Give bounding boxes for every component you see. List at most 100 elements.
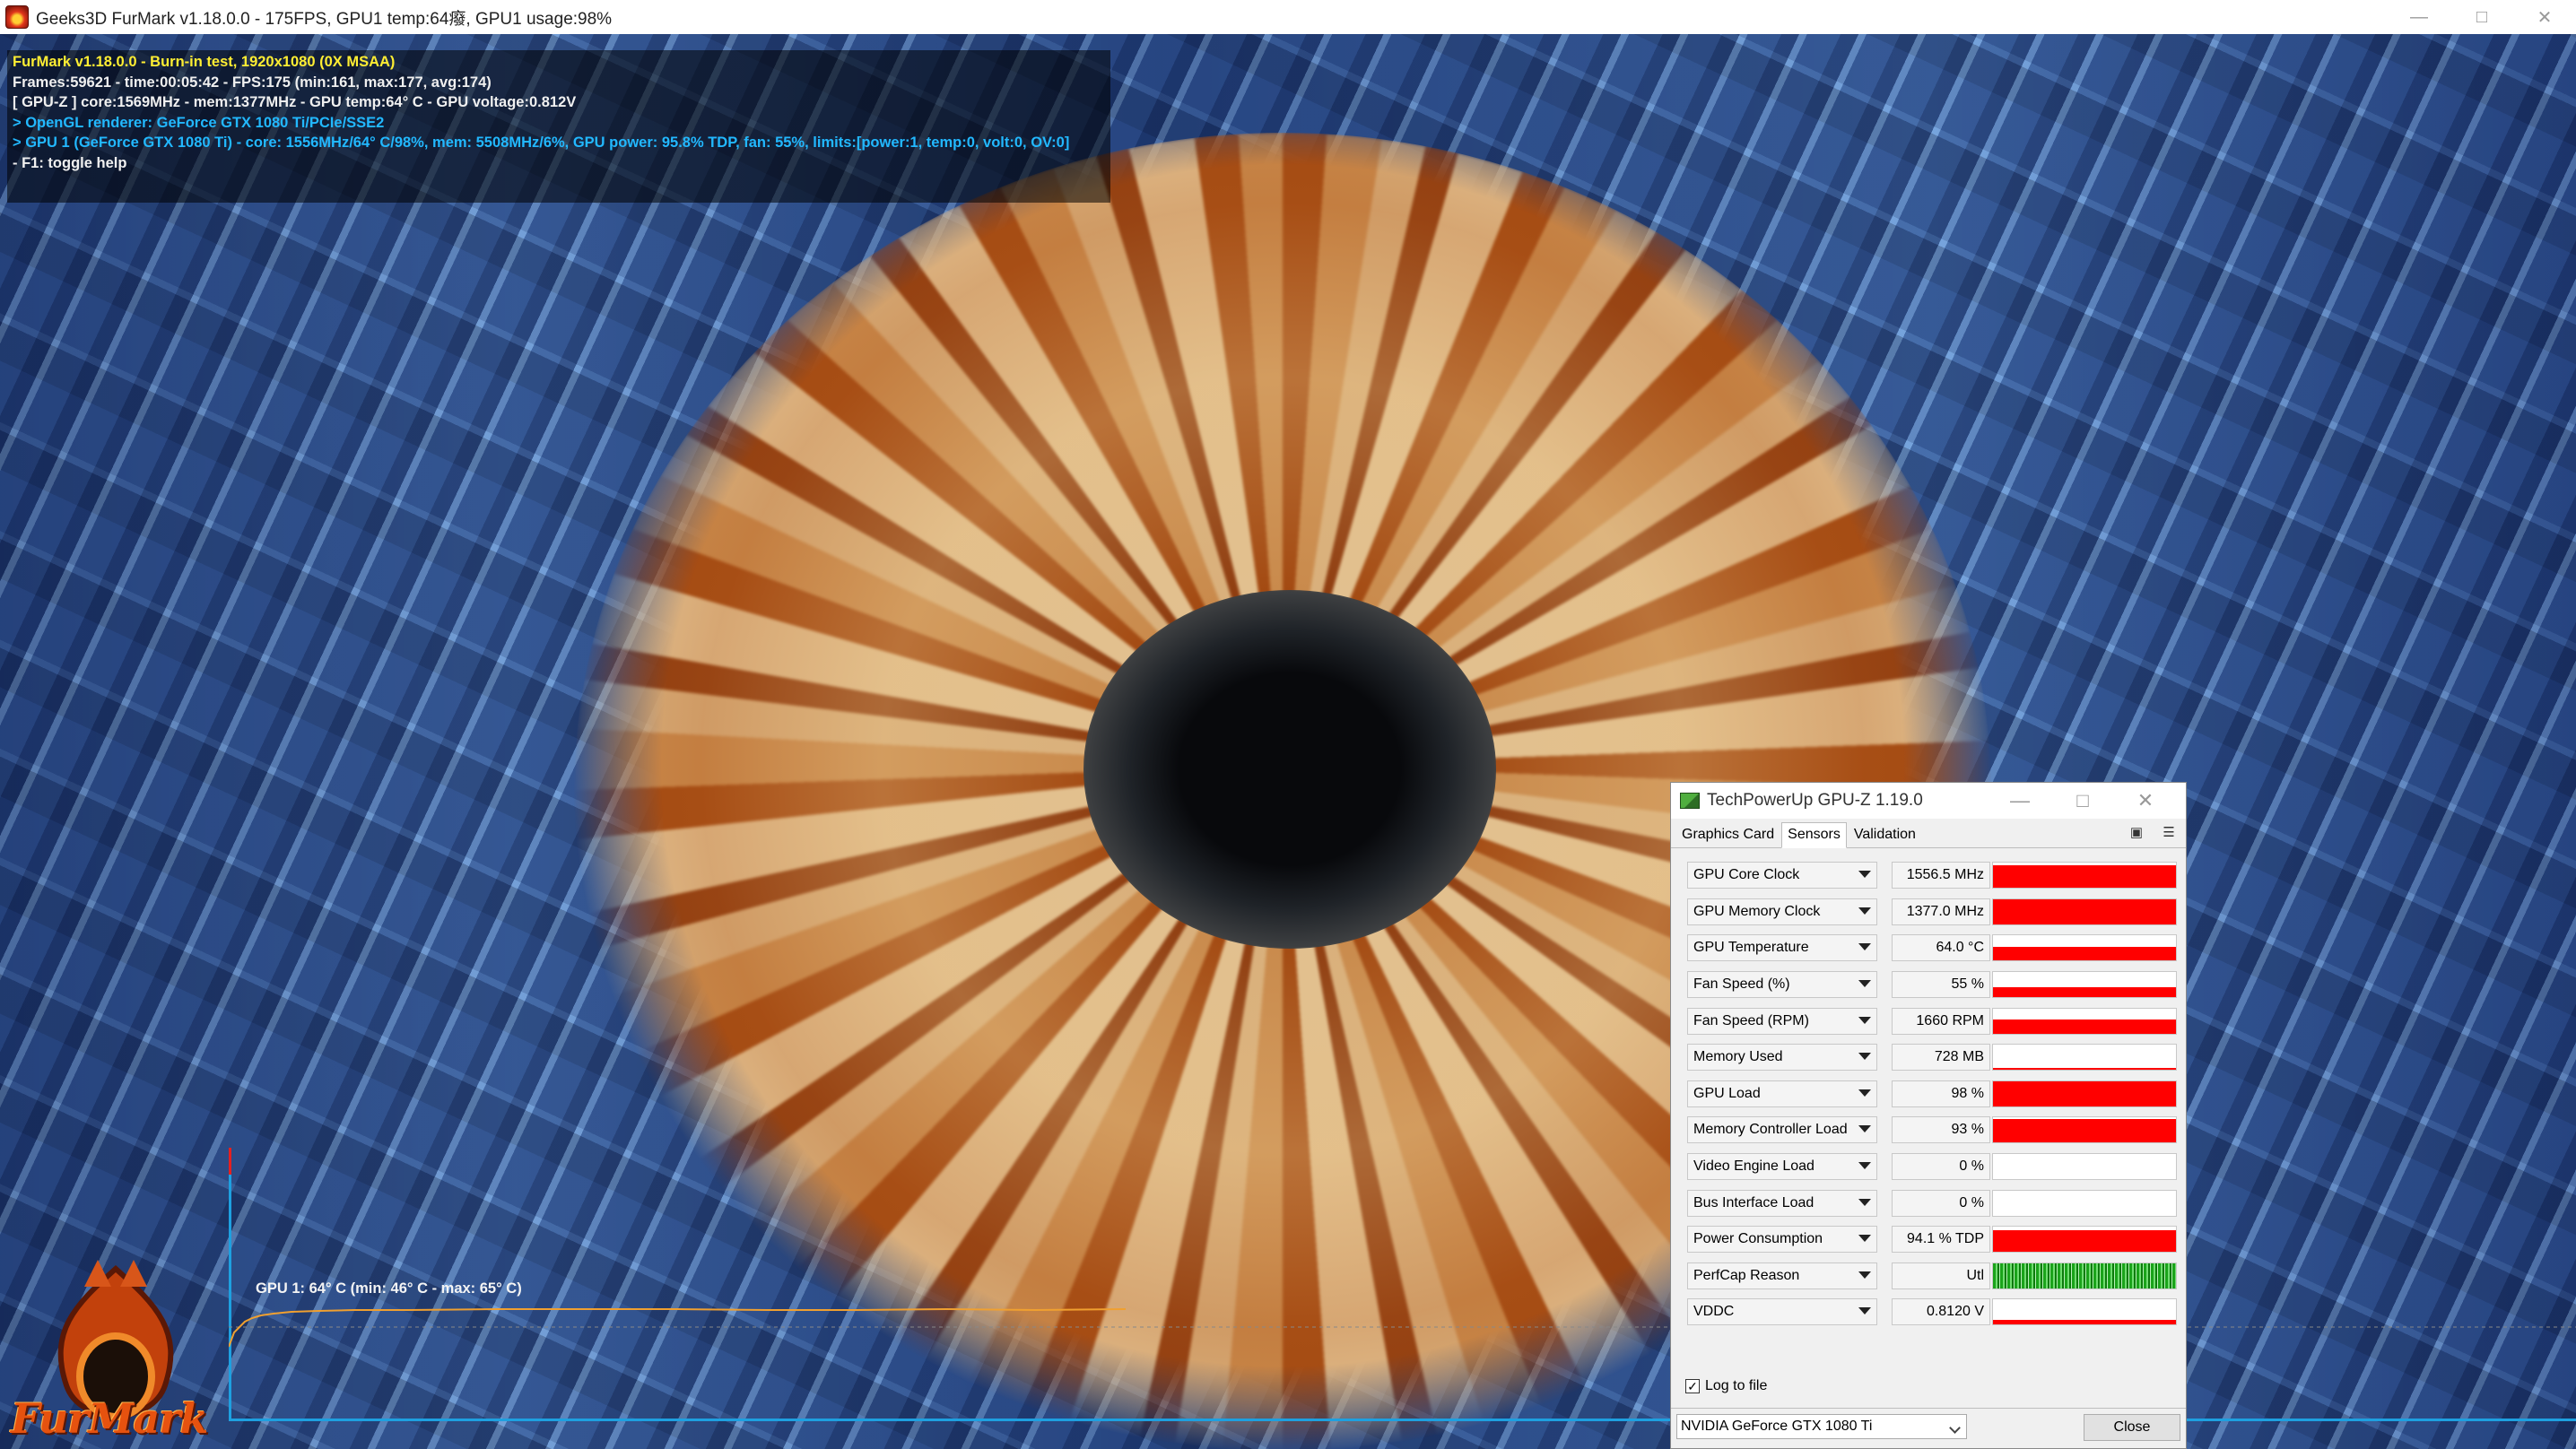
sensor-name-dropdown[interactable]: Fan Speed (%) [1687, 971, 1877, 999]
gpuz-tab-icons: ▣ ☰ [2128, 826, 2177, 840]
graph-label: GPU 1: 64° C (min: 46° C - max: 65° C) [256, 1280, 522, 1297]
sensor-row: GPU Core Clock 1556.5 MHz [1671, 857, 2186, 894]
dropdown-arrow-icon[interactable] [1858, 943, 1871, 951]
sensor-graph [1992, 1153, 2177, 1181]
sensor-row: Fan Speed (RPM) 1660 RPM [1671, 1002, 2186, 1039]
sensor-graph-fill [1993, 1081, 2176, 1106]
sensor-name: Fan Speed (%) [1693, 976, 1790, 993]
sensor-graph-fill [1993, 1262, 2176, 1288]
sensor-name: GPU Core Clock [1693, 867, 1800, 883]
sensor-name-dropdown[interactable]: GPU Temperature [1687, 934, 1877, 962]
sensor-name-dropdown[interactable]: VDDC [1687, 1298, 1877, 1326]
dropdown-arrow-icon[interactable] [1858, 1235, 1871, 1243]
sensor-row: Fan Speed (%) 55 % [1671, 967, 2186, 1003]
sensor-row: GPU Temperature 64.0 °C [1671, 930, 2186, 967]
sensor-graph-fill [1993, 947, 2176, 961]
sensor-name: Memory Controller Load [1693, 1122, 1848, 1138]
sensor-name-dropdown[interactable]: GPU Load [1687, 1080, 1877, 1107]
dropdown-arrow-icon[interactable] [1858, 907, 1871, 915]
sensor-row: Memory Controller Load 93 % [1671, 1112, 2186, 1149]
dropdown-arrow-icon[interactable] [1858, 1089, 1871, 1097]
sensor-name-dropdown[interactable]: PerfCap Reason [1687, 1262, 1877, 1289]
fur-donut-center [1083, 590, 1496, 949]
sensor-name: Fan Speed (RPM) [1693, 1012, 1809, 1028]
gpu-select-dropdown[interactable]: NVIDIA GeForce GTX 1080 Ti [1676, 1414, 1967, 1439]
sensor-row: Video Engine Load 0 % [1671, 1149, 2186, 1185]
sensor-graph [1992, 1298, 2177, 1326]
sensor-name: GPU Temperature [1693, 940, 1809, 956]
dropdown-arrow-icon[interactable] [1858, 980, 1871, 988]
dropdown-arrow-icon[interactable] [1858, 1271, 1871, 1279]
gpuz-title: TechPowerUp GPU-Z 1.19.0 [1707, 791, 1923, 810]
dropdown-arrow-icon[interactable] [1858, 871, 1871, 879]
log-to-file-control[interactable]: ✓ Log to file [1685, 1378, 1767, 1394]
temperature-curve [229, 1307, 1127, 1348]
maximize-icon[interactable]: □ [2450, 0, 2513, 34]
tab-graphics-card[interactable]: Graphics Card [1676, 823, 1780, 847]
sensor-name-dropdown[interactable]: GPU Core Clock [1687, 862, 1877, 889]
gpuz-close-icon[interactable]: ✕ [2114, 783, 2177, 819]
sensor-name-dropdown[interactable]: GPU Memory Clock [1687, 898, 1877, 925]
menu-icon[interactable]: ☰ [2161, 826, 2177, 840]
sensor-value: 728 MB [1892, 1044, 1990, 1072]
hud-line-title: FurMark v1.18.0.0 - Burn-in test, 1920x1… [13, 54, 396, 70]
close-button[interactable]: Close [2084, 1414, 2180, 1441]
tab-validation[interactable]: Validation [1849, 823, 1921, 847]
sensor-graph [1992, 1080, 2177, 1107]
sensor-value: 94.1 % TDP [1892, 1226, 1990, 1254]
sensor-name-dropdown[interactable]: Memory Controller Load [1687, 1116, 1877, 1144]
sensor-value: 1660 RPM [1892, 1007, 1990, 1035]
furmark-hud: FurMark v1.18.0.0 - Burn-in test, 1920x1… [7, 50, 1110, 203]
dropdown-arrow-icon[interactable] [1858, 1016, 1871, 1024]
dropdown-arrow-icon[interactable] [1858, 1125, 1871, 1133]
sensor-name-dropdown[interactable]: Fan Speed (RPM) [1687, 1007, 1877, 1035]
sensor-graph-fill [1993, 1068, 2176, 1071]
sensor-graph [1992, 898, 2177, 925]
sensor-value: 93 % [1892, 1116, 1990, 1144]
sensor-graph [1992, 934, 2177, 962]
sensor-row: GPU Load 98 % [1671, 1076, 2186, 1113]
gpuz-minimize-icon[interactable]: — [1989, 783, 2051, 819]
hud-line-help: - F1: toggle help [13, 154, 127, 171]
sensor-name: Video Engine Load [1693, 1158, 1815, 1175]
close-icon[interactable]: ✕ [2513, 0, 2576, 34]
camera-icon[interactable]: ▣ [2128, 826, 2145, 840]
log-to-file-checkbox[interactable]: ✓ [1685, 1379, 1700, 1393]
sensor-name-dropdown[interactable]: Power Consumption [1687, 1226, 1877, 1254]
furmark-window-title: Geeks3D FurMark v1.18.0.0 - 175FPS, GPU1… [36, 9, 613, 29]
sensor-row: Bus Interface Load 0 % [1671, 1184, 2186, 1221]
sensor-graph-fill [1993, 898, 2176, 924]
sensor-value: 1556.5 MHz [1892, 862, 1990, 889]
sensor-graph-fill [1993, 1230, 2176, 1253]
sensor-graph [1992, 1116, 2177, 1144]
sensor-name-dropdown[interactable]: Memory Used [1687, 1044, 1877, 1072]
dropdown-arrow-icon[interactable] [1858, 1307, 1871, 1315]
gpuz-maximize-icon[interactable]: □ [2051, 783, 2114, 819]
sensor-name-dropdown[interactable]: Bus Interface Load [1687, 1189, 1877, 1217]
sensor-list: GPU Core Clock 1556.5 MHz GPU Memory Clock… [1671, 848, 2186, 1359]
sensor-graph-fill [1993, 864, 2176, 889]
sensor-value: 64.0 °C [1892, 934, 1990, 962]
dropdown-arrow-icon[interactable] [1858, 1198, 1871, 1206]
sensor-row: PerfCap Reason Utl [1671, 1258, 2186, 1295]
minimize-icon[interactable]: — [2388, 0, 2450, 34]
sensor-name: Memory Used [1693, 1049, 1783, 1065]
tab-sensors[interactable]: Sensors [1781, 822, 1847, 848]
sensor-name-dropdown[interactable]: Video Engine Load [1687, 1153, 1877, 1181]
gpu-select-value: NVIDIA GeForce GTX 1080 Ti [1681, 1419, 1873, 1434]
gpuz-tabs: Graphics Card Sensors Validation ▣ ☰ [1671, 819, 2186, 848]
dropdown-arrow-icon[interactable] [1858, 1162, 1871, 1170]
sensor-graph [1992, 1189, 2177, 1217]
hud-line-frames: Frames:59621 - time:00:05:42 - FPS:175 (… [13, 74, 492, 91]
chevron-down-icon [1949, 1422, 1961, 1434]
dropdown-arrow-icon[interactable] [1858, 1053, 1871, 1061]
sensor-name: PerfCap Reason [1693, 1267, 1800, 1283]
sensor-name: GPU Memory Clock [1693, 903, 1821, 919]
sensor-name: Power Consumption [1693, 1231, 1823, 1247]
sensor-value: Utl [1892, 1262, 1990, 1289]
hud-line-gpuz: [ GPU-Z ] core:1569MHz - mem:1377MHz - G… [13, 94, 577, 110]
sensor-row: Power Consumption 94.1 % TDP [1671, 1221, 2186, 1258]
gpuz-window: TechPowerUp GPU-Z 1.19.0 — □ ✕ Graphics … [1670, 782, 2187, 1449]
sensor-graph [1992, 862, 2177, 889]
sensor-row: Memory Used 728 MB [1671, 1039, 2186, 1076]
